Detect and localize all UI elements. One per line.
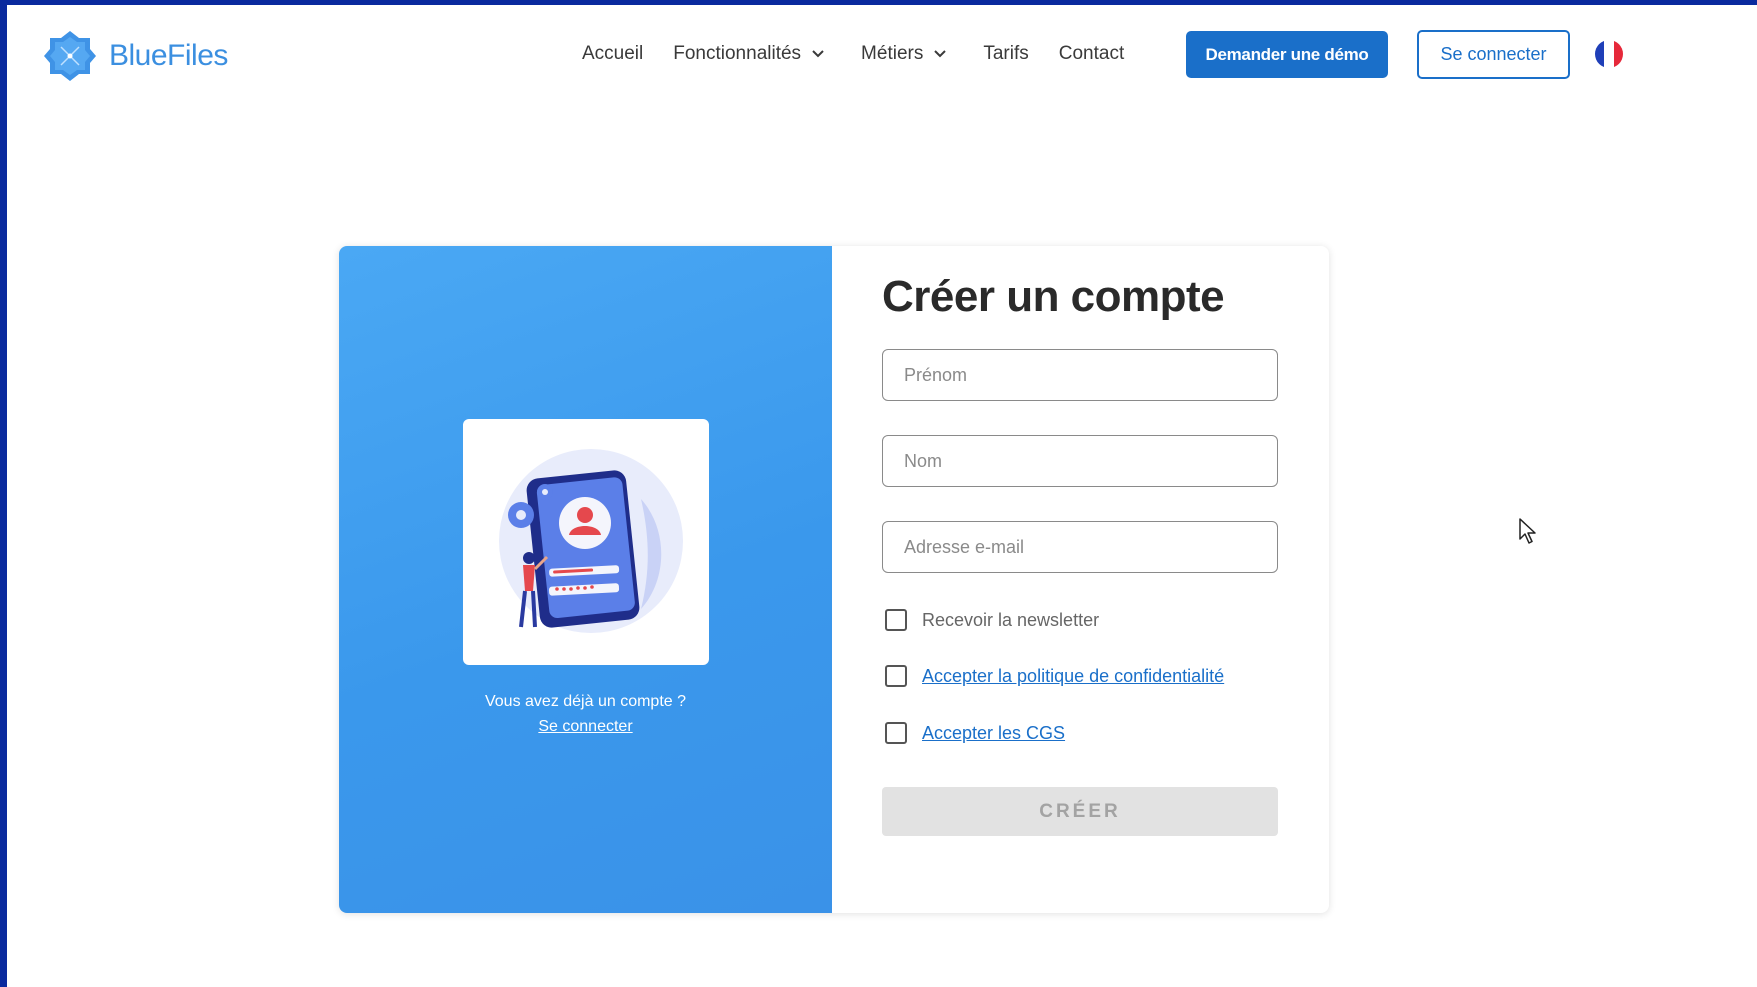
signup-card: Vous avez déjà un compte ? Se connecter … (339, 246, 1329, 913)
nav-item-label: Fonctionnalités (673, 43, 802, 64)
terms-row: Accepter les CGS (885, 722, 1065, 744)
newsletter-label[interactable]: Recevoir la newsletter (922, 610, 1099, 631)
page-viewport: BlueFiles Accueil Fonctionnalités Métier… (7, 5, 1757, 987)
create-account-button[interactable]: CRÉER (882, 787, 1278, 836)
privacy-row: Accepter la politique de confidentialité (885, 665, 1224, 687)
first-name-input[interactable] (882, 349, 1278, 401)
bluefiles-logo-icon (44, 31, 96, 81)
last-name-input[interactable] (882, 435, 1278, 487)
nav-item-contact[interactable]: Contact (1059, 43, 1124, 65)
newsletter-row: Recevoir la newsletter (885, 609, 1099, 631)
nav-item-label: Tarifs (983, 43, 1029, 64)
side-login-link[interactable]: Se connecter (339, 718, 832, 736)
nav-item-label: Accueil (582, 43, 644, 64)
account-signup-illustration (499, 449, 683, 633)
brand-logo[interactable]: BlueFiles (43, 29, 228, 83)
existing-account-text: Vous avez déjà un compte ? (484, 693, 687, 710)
nav-item-label: Métiers (861, 43, 924, 64)
main-nav: Accueil Fonctionnalités Métiers Tarifs C… (582, 43, 1124, 65)
form-title: Créer un compte (882, 272, 1225, 321)
chevron-down-icon (934, 50, 947, 58)
nav-item-tarifs[interactable]: Tarifs (983, 43, 1028, 65)
chevron-down-icon (812, 50, 824, 58)
header-login-button[interactable]: Se connecter (1417, 30, 1570, 79)
privacy-policy-link[interactable]: Accepter la politique de confidentialité (922, 666, 1224, 687)
email-input[interactable] (882, 521, 1278, 573)
nav-item-accueil[interactable]: Accueil (582, 43, 643, 65)
request-demo-button[interactable]: Demander une démo (1186, 31, 1388, 78)
france-flag-icon[interactable] (1594, 39, 1624, 69)
newsletter-checkbox[interactable] (885, 609, 907, 631)
privacy-checkbox[interactable] (885, 665, 907, 687)
illustration-frame (463, 419, 709, 665)
nav-item-fonctionnalites[interactable]: Fonctionnalités (673, 43, 825, 65)
signup-form: Créer un compte Recevoir la newsletter A… (832, 246, 1329, 913)
nav-item-label: Contact (1058, 43, 1125, 64)
mouse-cursor-icon (1519, 518, 1536, 544)
terms-checkbox[interactable] (885, 722, 907, 744)
nav-item-metiers[interactable]: Métiers (861, 43, 947, 65)
signup-side-panel: Vous avez déjà un compte ? Se connecter (339, 246, 832, 913)
terms-link[interactable]: Accepter les CGS (922, 723, 1065, 744)
brand-name: BlueFiles (109, 39, 228, 72)
